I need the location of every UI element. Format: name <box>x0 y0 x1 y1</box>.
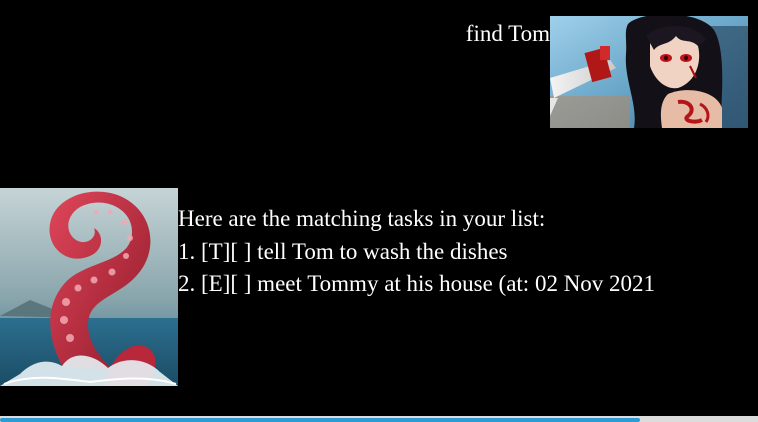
bot-dialog-box: Here are the matching tasks in your list… <box>0 188 655 386</box>
matching-task-item: 2. [E][ ] meet Tommy at his house (at: 0… <box>178 271 656 296</box>
chat-window: find Tom Here are the matching tasks in … <box>0 0 758 422</box>
matching-task-item: 1. [T][ ] tell Tom to wash the dishes <box>178 238 508 264</box>
scrollbar-thumb[interactable] <box>0 418 640 422</box>
user-message-text: find Tom <box>465 21 550 46</box>
bot-message-line: Here are the matching tasks in your list… <box>178 206 546 231</box>
bot-avatar-icon <box>0 188 178 386</box>
user-dialog-box: find Tom <box>466 16 748 128</box>
user-avatar-icon <box>550 16 748 128</box>
horizontal-scrollbar[interactable] <box>0 416 758 422</box>
bot-message-text: Here are the matching tasks in your list… <box>178 203 655 301</box>
